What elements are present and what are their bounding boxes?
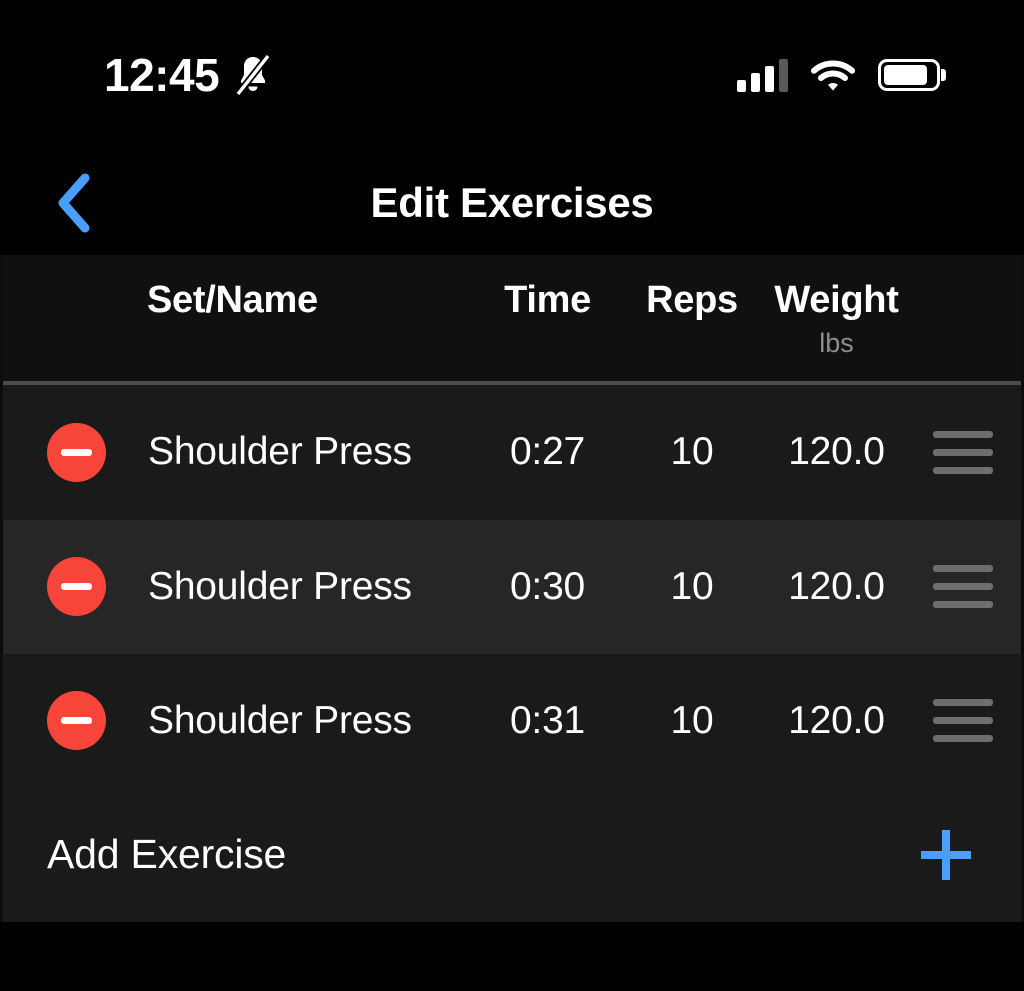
- status-bar: 12:45: [0, 0, 1024, 150]
- table-row[interactable]: Shoulder Press 0:30 10 120.0: [3, 519, 1021, 654]
- phone-screen: 12:45 Edit Exercises Set/Name Time Reps …: [0, 0, 1024, 991]
- column-header-name: Set/Name: [3, 279, 475, 323]
- back-button[interactable]: [40, 168, 110, 238]
- column-header-time: Time: [475, 279, 620, 323]
- column-header-name-label: Set/Name: [147, 279, 318, 321]
- battery-icon: [878, 59, 940, 91]
- status-bar-left: 12:45: [104, 52, 273, 98]
- add-exercise-label: Add Exercise: [47, 831, 287, 878]
- table-row[interactable]: Shoulder Press 0:27 10 120.0: [3, 385, 1021, 520]
- add-exercise-row[interactable]: Add Exercise: [3, 787, 1021, 922]
- status-bar-right: [737, 57, 940, 93]
- exercise-name: Shoulder Press: [148, 564, 412, 608]
- exercise-weight[interactable]: 120.0: [764, 565, 909, 609]
- chevron-left-icon: [58, 173, 90, 232]
- exercise-time[interactable]: 0:30: [475, 565, 620, 609]
- exercise-reps[interactable]: 10: [620, 430, 764, 474]
- exercise-name-cell: Shoulder Press: [3, 422, 475, 482]
- minus-circle-icon[interactable]: [47, 422, 106, 482]
- exercise-weight[interactable]: 120.0: [764, 699, 909, 743]
- wifi-icon: [811, 60, 855, 91]
- exercise-name-cell: Shoulder Press: [3, 557, 475, 617]
- exercise-time[interactable]: 0:27: [475, 430, 620, 474]
- column-header-reps-label: Reps: [646, 279, 738, 321]
- status-time: 12:45: [104, 49, 220, 101]
- exercise-weight[interactable]: 120.0: [764, 430, 909, 474]
- bell-slash-icon: [235, 53, 271, 97]
- table-row[interactable]: Shoulder Press 0:31 10 120.0: [3, 653, 1021, 788]
- navigation-bar: Edit Exercises: [0, 150, 1024, 255]
- column-header-reps: Reps: [620, 279, 764, 323]
- cellular-signal-icon: [737, 58, 788, 92]
- table-header-row: Set/Name Time Reps Weight lbs: [3, 255, 1021, 386]
- exercise-name: Shoulder Press: [148, 698, 412, 742]
- exercise-name: Shoulder Press: [148, 430, 412, 474]
- page-title: Edit Exercises: [370, 178, 654, 226]
- reorder-cell: [909, 565, 1021, 609]
- exercise-reps[interactable]: 10: [620, 565, 764, 609]
- plus-icon[interactable]: [915, 824, 977, 886]
- exercise-name-cell: Shoulder Press: [3, 691, 475, 751]
- column-header-weight: Weight lbs: [764, 279, 909, 363]
- drag-handle-icon[interactable]: [933, 430, 993, 474]
- column-header-weight-label: Weight: [774, 279, 899, 321]
- column-header-time-label: Time: [504, 279, 591, 321]
- exercise-reps[interactable]: 10: [620, 699, 764, 743]
- reorder-cell: [909, 430, 1021, 474]
- minus-circle-icon[interactable]: [47, 557, 106, 617]
- exercise-time[interactable]: 0:31: [475, 699, 620, 743]
- drag-handle-icon[interactable]: [933, 565, 993, 609]
- reorder-cell: [909, 699, 1021, 743]
- drag-handle-icon[interactable]: [933, 699, 993, 743]
- exercise-list-sheet: Set/Name Time Reps Weight lbs Shoulder P…: [0, 255, 1024, 922]
- bottom-safe-area: [0, 922, 1024, 991]
- minus-circle-icon[interactable]: [47, 691, 106, 751]
- column-header-weight-unit: lbs: [819, 327, 854, 358]
